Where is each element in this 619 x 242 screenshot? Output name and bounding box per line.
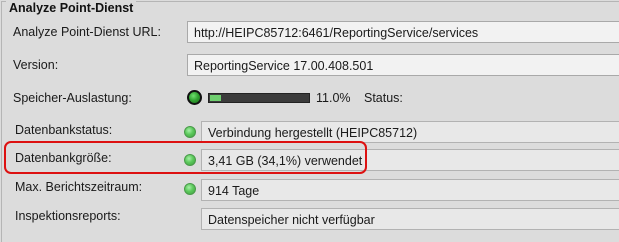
memory-label: Speicher-Auslastung: — [13, 91, 132, 105]
max-period-field[interactable]: 914 Tage — [201, 179, 619, 201]
version-field[interactable]: ReportingService 17.00.408.501 — [187, 54, 619, 76]
memory-progress-bar — [208, 93, 310, 103]
status-label: Status: — [364, 91, 403, 105]
memory-status-icon — [187, 90, 202, 105]
status-ok-icon — [184, 183, 196, 195]
db-status-label: Datenbankstatus: — [15, 123, 113, 137]
url-field[interactable]: http://HEIPC85712:6461/ReportingService/… — [187, 21, 619, 43]
version-label: Version: — [13, 58, 59, 72]
db-size-highlight — [4, 141, 367, 174]
db-status-field[interactable]: Verbindung hergestellt (HEIPC85712) — [201, 121, 619, 143]
memory-progress-fill — [210, 95, 221, 101]
url-label: Analyze Point-Dienst URL: — [13, 25, 161, 39]
inspection-label: Inspektionsreports: — [15, 209, 121, 223]
panel-title: Analyze Point-Dienst — [6, 1, 137, 15]
analyze-point-service-panel: Analyze Point-Dienst Analyze Point-Diens… — [1, 1, 619, 242]
inspection-field[interactable]: Datenspeicher nicht verfügbar — [201, 208, 619, 230]
status-ok-icon — [184, 126, 196, 138]
max-period-label: Max. Berichtszeitraum: — [15, 180, 143, 194]
memory-percent: 11.0% — [316, 91, 351, 105]
